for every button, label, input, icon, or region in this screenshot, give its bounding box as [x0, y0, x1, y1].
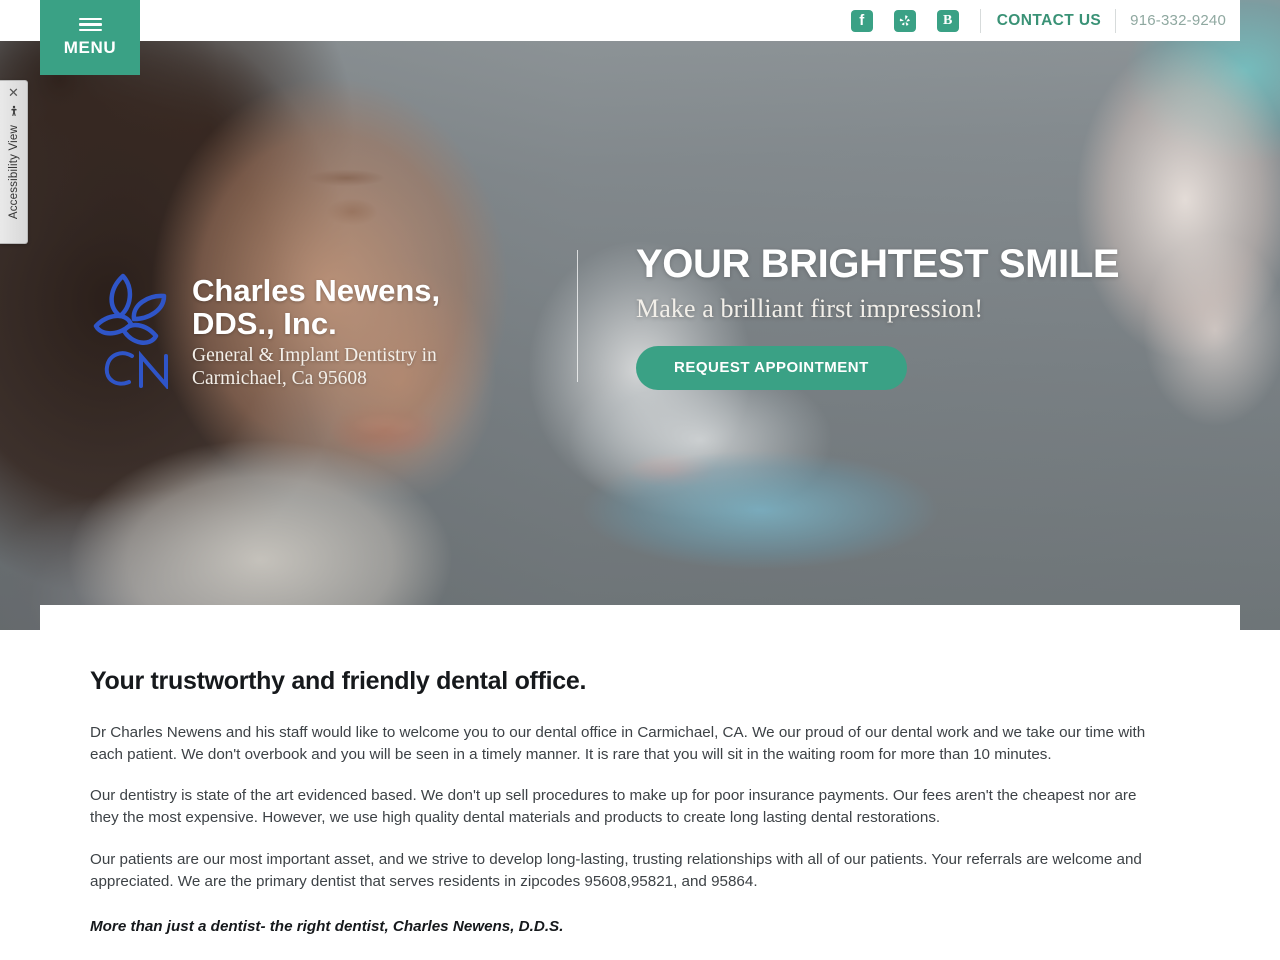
phone-number-link[interactable]: 916-332-9240: [1130, 12, 1226, 29]
accessibility-view-label[interactable]: Accessibility View: [8, 125, 20, 219]
hamburger-icon: [78, 17, 102, 32]
header-divider-2: [1115, 8, 1117, 33]
menu-button-label: MENU: [63, 37, 117, 57]
charles-newens-leaf-logo[interactable]: [90, 264, 182, 391]
main-content-inner: Your trustworthy and friendly dental off…: [40, 605, 1240, 960]
section-heading: Your trustworthy and friendly dental off…: [90, 667, 587, 695]
intro-paragraph-1: Dr Charles Newens and his staff would li…: [90, 724, 1146, 763]
main-content-card: Your trustworthy and friendly dental off…: [40, 605, 1240, 960]
page-title: Charles Newens, DDS., Inc.: [192, 273, 441, 342]
facebook-icon[interactable]: f: [850, 9, 873, 32]
contact-us-link[interactable]: CONTACT US: [997, 12, 1101, 30]
hero-headline: YOUR BRIGHTEST SMILE: [636, 242, 1120, 286]
hero-copy-group: YOUR BRIGHTEST SMILE Make a brilliant fi…: [636, 242, 1120, 391]
accessibility-view-widget[interactable]: ✕ Accessibility View: [0, 80, 28, 244]
close-icon[interactable]: ✕: [8, 86, 19, 99]
bbb-glyph: B: [943, 12, 953, 28]
practice-tagline: More than just a dentist- the right dent…: [90, 918, 564, 936]
header-divider-1: [979, 8, 981, 33]
page-root: f B CONTACT US 916-332-9240 MENU ✕ Acces…: [0, 0, 1280, 960]
brand-tagline: General & Implant Dentistry in Carmichae…: [192, 344, 437, 389]
menu-button[interactable]: MENU: [40, 0, 140, 75]
intro-paragraph-3: Our patients are our most important asse…: [90, 850, 1142, 890]
yelp-icon[interactable]: [893, 9, 916, 32]
top-header-bar: f B CONTACT US 916-332-9240: [0, 0, 1240, 41]
hero-vertical-divider: [577, 250, 578, 382]
header-right-group: f B CONTACT US 916-332-9240: [850, 0, 1226, 41]
brand-block: Charles Newens, DDS., Inc. General & Imp…: [90, 262, 492, 391]
brand-text-group: Charles Newens, DDS., Inc. General & Imp…: [192, 262, 492, 390]
request-appointment-button[interactable]: REQUEST APPOINTMENT: [636, 346, 907, 391]
bbb-icon[interactable]: B: [936, 9, 959, 32]
yelp-glyph: [899, 14, 910, 26]
accessibility-person-icon: [8, 105, 20, 120]
hero-subheadline: Make a brilliant first impression!: [636, 294, 984, 324]
intro-paragraph-2: Our dentistry is state of the art eviden…: [90, 787, 1137, 827]
facebook-glyph: f: [859, 12, 865, 29]
